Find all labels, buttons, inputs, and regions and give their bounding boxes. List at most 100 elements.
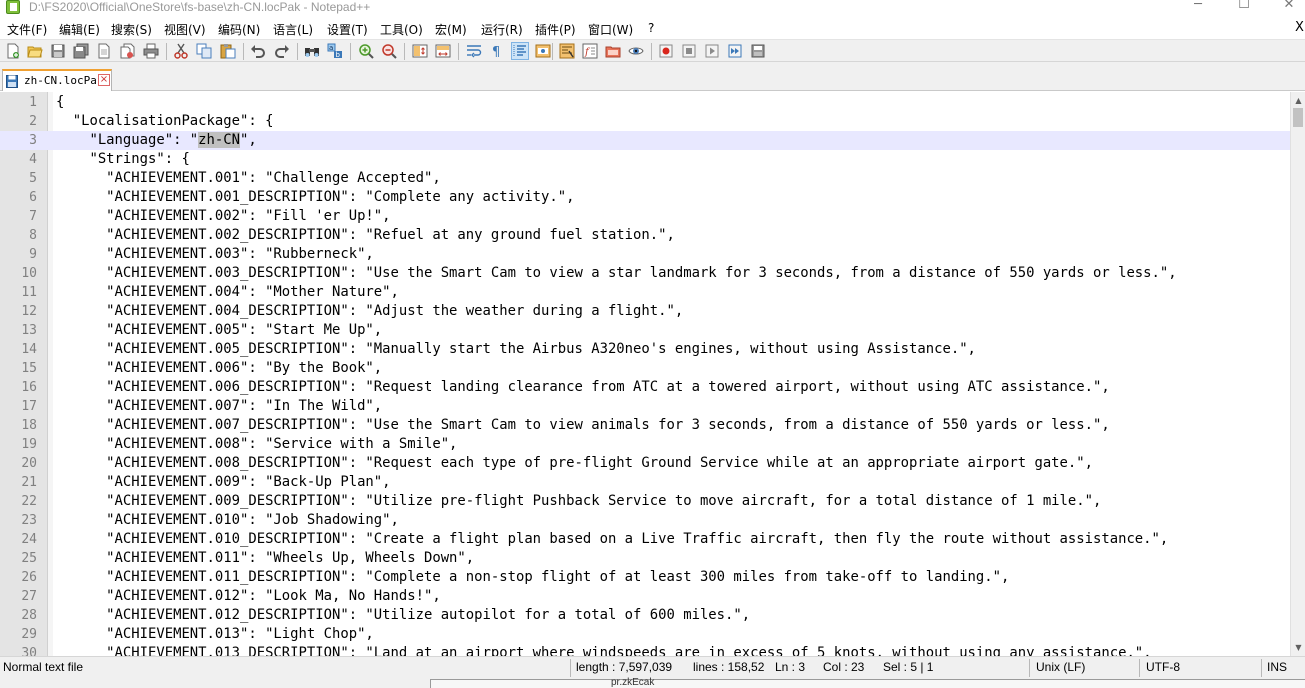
line-number: 17 [21, 399, 37, 414]
editor-line[interactable]: 27 "ACHIEVEMENT.012": "Look Ma, No Hands… [0, 587, 1290, 606]
text-editor[interactable]: 1{2 "LocalisationPackage": {3 "Language"… [0, 92, 1305, 656]
menu-search[interactable]: 搜索(S) [111, 21, 152, 38]
menu-run[interactable]: 运行(R) [481, 21, 523, 38]
editor-line[interactable]: 5 "ACHIEVEMENT.001": "Challenge Accepted… [0, 169, 1290, 188]
open-file-icon[interactable] [27, 43, 43, 59]
save-all-icon[interactable] [73, 43, 89, 59]
status-divider [570, 659, 571, 677]
undo-icon[interactable] [250, 43, 266, 59]
line-number: 19 [21, 437, 37, 452]
playback-macro-icon[interactable] [704, 43, 720, 59]
run-macro-multiple-icon[interactable] [727, 43, 743, 59]
save-macro-icon[interactable] [750, 43, 766, 59]
cut-icon[interactable] [173, 43, 189, 59]
editor-line[interactable]: 3 "Language": "zh-CN", [0, 131, 1290, 150]
user-defined-language-icon[interactable] [535, 43, 551, 59]
line-number: 14 [21, 342, 37, 357]
word-wrap-icon[interactable] [466, 43, 482, 59]
paste-icon[interactable] [220, 43, 236, 59]
editor-line[interactable]: 9 "ACHIEVEMENT.003": "Rubberneck", [0, 245, 1290, 264]
document-map-icon[interactable] [559, 43, 575, 59]
toolbar-separator [552, 43, 553, 60]
editor-line[interactable]: 30 "ACHIEVEMENT.013_DESCRIPTION": "Land … [0, 644, 1290, 656]
line-number: 26 [21, 570, 37, 585]
menu-file[interactable]: 文件(F) [7, 21, 47, 38]
editor-line[interactable]: 14 "ACHIEVEMENT.005_DESCRIPTION": "Manua… [0, 340, 1290, 359]
tab-zh-cn-locpak[interactable]: zh-CN.locPak × [2, 69, 112, 91]
editor-line[interactable]: 11 "ACHIEVEMENT.004": "Mother Nature", [0, 283, 1290, 302]
record-macro-icon[interactable] [658, 43, 674, 59]
scroll-up-icon[interactable]: ▲ [1294, 96, 1303, 105]
menu-window[interactable]: 窗口(W) [588, 21, 633, 38]
editor-line[interactable]: 28 "ACHIEVEMENT.012_DESCRIPTION": "Utili… [0, 606, 1290, 625]
editor-line[interactable]: 4 "Strings": { [0, 150, 1290, 169]
menu-encoding[interactable]: 编码(N) [218, 21, 260, 38]
minimize-button[interactable]: ─ [1175, 0, 1221, 16]
editor-line[interactable]: 13 "ACHIEVEMENT.005": "Start Me Up", [0, 321, 1290, 340]
redo-icon[interactable] [274, 43, 290, 59]
vertical-scrollbar[interactable]: ▲ ▼ [1290, 92, 1305, 656]
copy-icon[interactable] [196, 43, 212, 59]
sync-horizontal-scroll-icon[interactable] [435, 43, 451, 59]
scrollbar-thumb[interactable] [1293, 108, 1303, 127]
status-insert-mode[interactable]: INS [1267, 657, 1297, 679]
folder-as-workspace-icon[interactable] [605, 43, 621, 59]
editor-line[interactable]: 23 "ACHIEVEMENT.010": "Job Shadowing", [0, 511, 1290, 530]
close-file-icon[interactable] [96, 43, 112, 59]
save-icon[interactable] [50, 43, 66, 59]
monitoring-eye-icon[interactable] [628, 43, 644, 59]
editor-line[interactable]: 26 "ACHIEVEMENT.011_DESCRIPTION": "Compl… [0, 568, 1290, 587]
menu-plugins[interactable]: 插件(P) [535, 21, 576, 38]
zoom-out-icon[interactable] [381, 43, 397, 59]
replace-icon[interactable]: ab [327, 43, 343, 59]
editor-line[interactable]: 22 "ACHIEVEMENT.009_DESCRIPTION": "Utili… [0, 492, 1290, 511]
function-list-icon[interactable]: f [582, 43, 598, 59]
menu-settings[interactable]: 设置(T) [327, 21, 368, 38]
line-text: "ACHIEVEMENT.009_DESCRIPTION": "Utilize … [56, 493, 1102, 509]
editor-line[interactable]: 17 "ACHIEVEMENT.007": "In The Wild", [0, 397, 1290, 416]
svg-text:b: b [336, 51, 341, 59]
indent-guide-icon[interactable] [511, 42, 529, 60]
tab-close-button[interactable]: × [98, 74, 110, 86]
close-document-button[interactable]: X [1295, 20, 1304, 35]
editor-line[interactable]: 1{ [0, 93, 1290, 112]
find-icon[interactable] [304, 43, 320, 59]
menu-edit[interactable]: 编辑(E) [59, 21, 100, 38]
editor-line[interactable]: 18 "ACHIEVEMENT.007_DESCRIPTION": "Use t… [0, 416, 1290, 435]
menu-macro[interactable]: 宏(M) [435, 21, 467, 38]
status-eol-format[interactable]: Unix (LF) [1036, 657, 1136, 679]
editor-line[interactable]: 19 "ACHIEVEMENT.008": "Service with a Sm… [0, 435, 1290, 454]
new-file-icon[interactable] [5, 43, 21, 59]
editor-line[interactable]: 21 "ACHIEVEMENT.009": "Back-Up Plan", [0, 473, 1290, 492]
editor-line[interactable]: 20 "ACHIEVEMENT.008_DESCRIPTION": "Reque… [0, 454, 1290, 473]
editor-line[interactable]: 25 "ACHIEVEMENT.011": "Wheels Up, Wheels… [0, 549, 1290, 568]
line-number: 2 [29, 114, 37, 129]
status-encoding[interactable]: UTF-8 [1146, 657, 1256, 679]
print-icon[interactable] [143, 43, 159, 59]
line-number: 25 [21, 551, 37, 566]
maximize-button[interactable]: ☐ [1221, 0, 1267, 16]
show-all-characters-icon[interactable]: ¶ [489, 43, 505, 59]
editor-line[interactable]: 7 "ACHIEVEMENT.002": "Fill 'er Up!", [0, 207, 1290, 226]
background-window-edge: pr.zkEcak [430, 677, 1305, 688]
zoom-in-icon[interactable] [358, 43, 374, 59]
editor-line[interactable]: 12 "ACHIEVEMENT.004_DESCRIPTION": "Adjus… [0, 302, 1290, 321]
menu-help[interactable]: ? [648, 21, 654, 35]
editor-line[interactable]: 16 "ACHIEVEMENT.006_DESCRIPTION": "Reque… [0, 378, 1290, 397]
editor-line[interactable]: 15 "ACHIEVEMENT.006": "By the Book", [0, 359, 1290, 378]
menu-language[interactable]: 语言(L) [273, 21, 313, 38]
editor-line[interactable]: 6 "ACHIEVEMENT.001_DESCRIPTION": "Comple… [0, 188, 1290, 207]
menu-tools[interactable]: 工具(O) [380, 21, 423, 38]
close-window-button[interactable]: ✕ [1266, 0, 1305, 16]
editor-line[interactable]: 2 "LocalisationPackage": { [0, 112, 1290, 131]
menu-view[interactable]: 视图(V) [164, 21, 206, 38]
sync-vertical-scroll-icon[interactable] [412, 43, 428, 59]
close-all-icon[interactable] [119, 43, 135, 59]
editor-line[interactable]: 8 "ACHIEVEMENT.002_DESCRIPTION": "Refuel… [0, 226, 1290, 245]
scroll-down-icon[interactable]: ▼ [1294, 643, 1303, 652]
editor-line[interactable]: 10 "ACHIEVEMENT.003_DESCRIPTION": "Use t… [0, 264, 1290, 283]
tab-label: zh-CN.locPak [24, 74, 104, 87]
editor-line[interactable]: 24 "ACHIEVEMENT.010_DESCRIPTION": "Creat… [0, 530, 1290, 549]
stop-recording-icon[interactable] [681, 43, 697, 59]
editor-line[interactable]: 29 "ACHIEVEMENT.013": "Light Chop", [0, 625, 1290, 644]
